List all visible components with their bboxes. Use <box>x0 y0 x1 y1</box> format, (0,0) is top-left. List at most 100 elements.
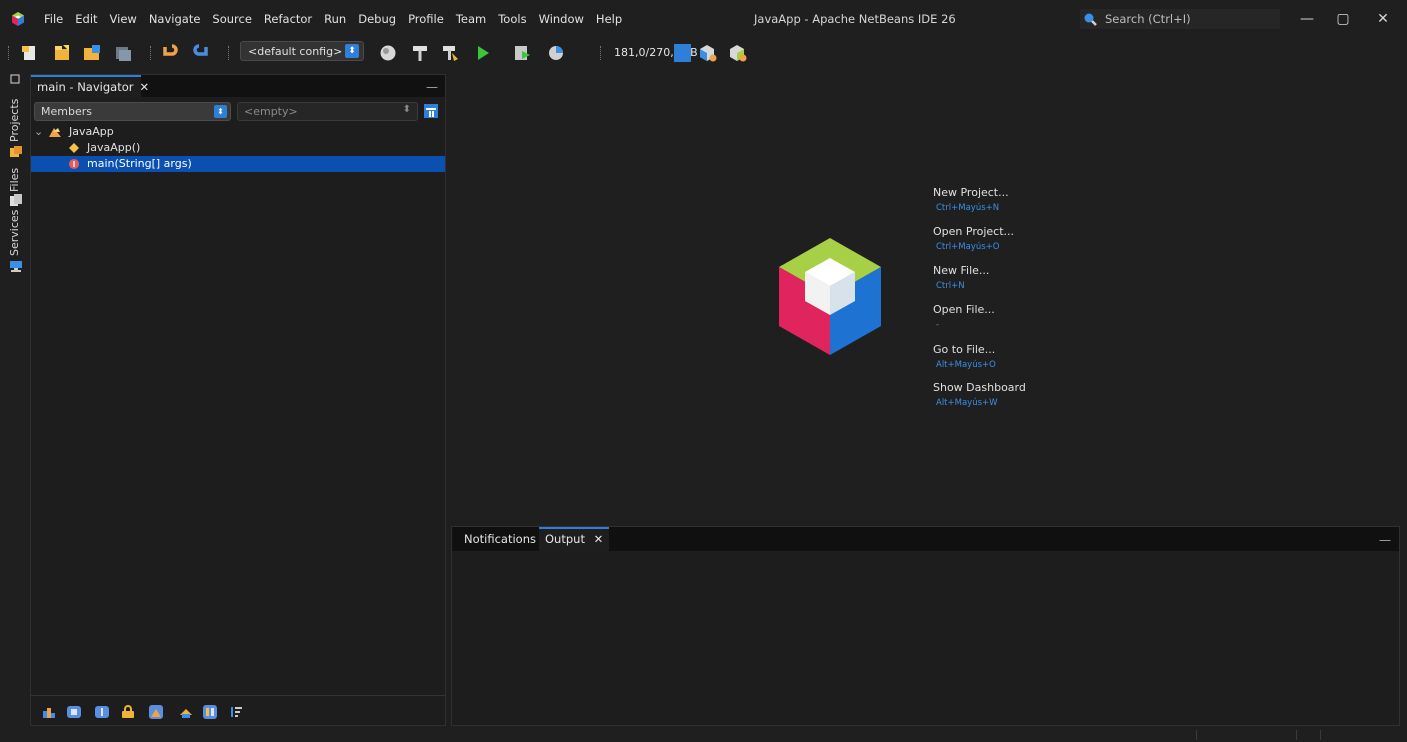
tab-projects[interactable]: Projects <box>8 99 21 142</box>
menu-team[interactable]: Team <box>456 12 486 26</box>
hide-static-icon[interactable] <box>95 705 109 719</box>
search-input[interactable]: Search (Ctrl+I) <box>1080 9 1280 29</box>
tab-files[interactable]: Files <box>8 168 21 192</box>
show-inherited-icon[interactable] <box>42 705 56 719</box>
close-icon[interactable]: ✕ <box>139 80 149 94</box>
new-project-shortcut: Ctrl+Mayús+N <box>936 203 1000 213</box>
redo-icon[interactable] <box>191 43 211 63</box>
minimize-panel-button[interactable]: — <box>1379 533 1391 547</box>
config-select[interactable]: <default config> ⬍ <box>240 41 364 61</box>
tree-node-constructor[interactable]: JavaApp() <box>31 140 445 156</box>
scope-select[interactable]: <empty> ⬍ <box>237 102 418 121</box>
toolbar-grip[interactable] <box>8 46 10 60</box>
window-title: JavaApp - Apache NetBeans IDE 26 <box>754 12 956 26</box>
menu-view[interactable]: View <box>110 12 137 26</box>
tab-output[interactable]: Output ✕ <box>539 527 610 551</box>
services-icon <box>10 261 22 272</box>
new-file-icon[interactable] <box>20 43 40 63</box>
open-project-link[interactable]: Open Project... <box>933 225 1014 238</box>
search-placeholder: Search (Ctrl+I) <box>1105 12 1191 26</box>
open-file-shortcut: - <box>936 320 940 330</box>
memory-bar <box>674 44 691 62</box>
menu-file[interactable]: File <box>44 12 63 26</box>
menu-navigate[interactable]: Navigate <box>149 12 201 26</box>
new-file-shortcut: Ctrl+N <box>936 281 965 291</box>
members-filter-value: Members <box>41 105 92 118</box>
open-project-shortcut: Ctrl+Mayús+O <box>936 242 1000 252</box>
navigator-tabbar: main - Navigator ✕ — <box>31 75 445 97</box>
minimize-button[interactable]: — <box>1294 8 1320 30</box>
close-icon[interactable]: ✕ <box>594 532 604 546</box>
sort-by-source-icon[interactable] <box>203 705 217 719</box>
show-classes-icon[interactable] <box>149 705 163 719</box>
close-button[interactable]: ✕ <box>1370 8 1396 30</box>
open-project-icon[interactable] <box>82 43 102 63</box>
toolbar-grip[interactable] <box>228 46 230 60</box>
chevron-updown-icon: ⬍ <box>214 105 227 118</box>
output-tab-label: Output <box>545 532 585 546</box>
netbeans-logo-icon <box>779 238 881 355</box>
menu-edit[interactable]: Edit <box>75 12 97 26</box>
tree-node-class[interactable]: ⌄ JavaApp <box>31 124 445 140</box>
status-separator <box>1296 730 1297 740</box>
build-hammer-icon[interactable] <box>410 43 430 63</box>
chevron-updown-icon: ⬍ <box>402 104 411 115</box>
go-to-file-shortcut: Alt+Mayús+O <box>936 360 996 370</box>
run-icon[interactable] <box>473 43 493 63</box>
fqn-icon[interactable] <box>179 705 193 719</box>
show-dashboard-shortcut: Alt+Mayús+W <box>936 398 998 408</box>
clean-build-icon[interactable] <box>440 43 460 63</box>
menu-tools[interactable]: Tools <box>498 12 526 26</box>
open-file-link[interactable]: Open File... <box>933 303 995 316</box>
hide-fields-icon[interactable] <box>67 705 81 719</box>
menu-source[interactable]: Source <box>212 12 252 26</box>
globe-icon[interactable] <box>378 43 398 63</box>
tree-label: JavaApp() <box>87 141 141 154</box>
show-dashboard-link[interactable]: Show Dashboard <box>933 381 1026 394</box>
menu-window[interactable]: Window <box>539 12 584 26</box>
tree-label: JavaApp <box>69 125 114 138</box>
class-icon <box>49 128 61 137</box>
tree-node-method[interactable]: main(String[] args) <box>31 156 445 172</box>
chevron-down-icon[interactable]: ⌄ <box>34 125 43 138</box>
save-all-icon[interactable] <box>113 43 133 63</box>
toolbar-grip[interactable] <box>150 46 152 60</box>
navigator-settings-icon[interactable] <box>423 103 439 119</box>
members-filter-select[interactable]: Members ⬍ <box>34 102 231 121</box>
new-project-icon[interactable] <box>52 43 72 63</box>
gc-icon[interactable] <box>698 43 718 63</box>
restore-window-group-icon[interactable] <box>10 74 20 84</box>
menu-debug[interactable]: Debug <box>358 12 396 26</box>
netbeans-app-icon <box>12 12 24 26</box>
editor-area: New Project... Ctrl+Mayús+N Open Project… <box>448 74 1403 524</box>
output-panel: Notifications Output ✕ — <box>451 526 1400 726</box>
navigator-tab-label: main - Navigator <box>37 80 134 94</box>
main-toolbar <box>0 38 1407 68</box>
static-method-icon <box>69 159 79 169</box>
gc-alt-icon[interactable] <box>728 43 748 63</box>
profile-icon[interactable] <box>547 43 567 63</box>
sort-by-name-icon[interactable] <box>229 705 243 719</box>
menu-run[interactable]: Run <box>324 12 346 26</box>
toolbar-grip[interactable] <box>600 46 602 60</box>
hide-nonpublic-icon[interactable] <box>121 705 135 719</box>
go-to-file-link[interactable]: Go to File... <box>933 343 995 356</box>
restore-button[interactable]: ▢ <box>1330 8 1356 30</box>
new-project-link[interactable]: New Project... <box>933 186 1009 199</box>
projects-icon <box>10 146 22 157</box>
minimize-panel-button[interactable]: — <box>426 80 438 94</box>
status-separator <box>1320 730 1321 740</box>
menu-profile[interactable]: Profile <box>408 12 444 26</box>
tree-label: main(String[] args) <box>87 157 192 170</box>
navigator-panel: main - Navigator ✕ — Members ⬍ <empty> ⬍ … <box>30 74 446 726</box>
chevron-updown-icon: ⬍ <box>345 44 359 58</box>
undo-icon[interactable] <box>160 43 180 63</box>
tab-notifications[interactable]: Notifications <box>458 527 542 551</box>
menu-refactor[interactable]: Refactor <box>264 12 312 26</box>
debug-icon[interactable] <box>512 43 532 63</box>
menu-help[interactable]: Help <box>596 12 622 26</box>
tab-navigator[interactable]: main - Navigator ✕ <box>31 75 149 97</box>
new-file-link[interactable]: New File... <box>933 264 989 277</box>
files-icon <box>10 194 22 206</box>
tab-services[interactable]: Services <box>8 210 21 256</box>
